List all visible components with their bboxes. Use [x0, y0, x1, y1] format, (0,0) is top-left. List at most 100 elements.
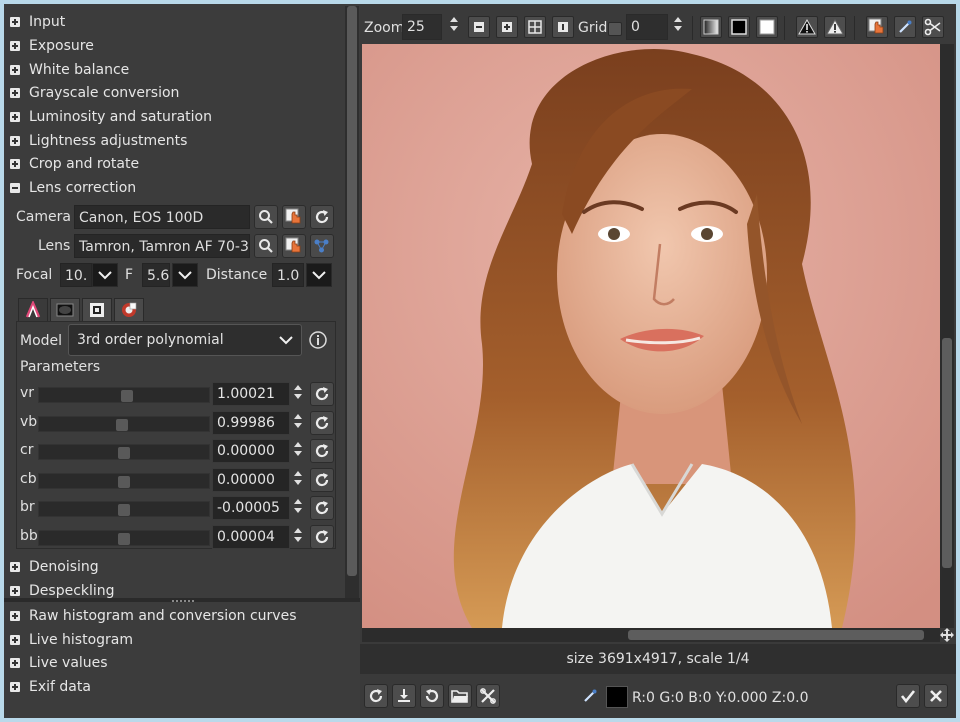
- open-file-button[interactable]: [448, 684, 472, 708]
- slider-knob[interactable]: [118, 504, 130, 517]
- image-canvas[interactable]: [362, 44, 940, 628]
- section-luminosity-saturation[interactable]: Luminosity and saturation: [10, 106, 212, 128]
- lens-field[interactable]: Tamron, Tamron AF 70-300: [74, 234, 250, 258]
- focal-dropdown-button[interactable]: [92, 263, 118, 287]
- camera-field[interactable]: Canon, EOS 100D: [74, 205, 250, 229]
- param-spinner[interactable]: [290, 496, 306, 520]
- section-white-balance[interactable]: White balance: [10, 59, 129, 81]
- param-reset-button[interactable]: [310, 410, 334, 435]
- grid-field[interactable]: 0: [626, 14, 668, 40]
- color-picker-button[interactable]: [894, 16, 916, 38]
- f-number-field[interactable]: 5.6: [142, 263, 170, 287]
- slider-knob[interactable]: [118, 447, 130, 460]
- param-reset-button[interactable]: [310, 496, 334, 521]
- scrollbar-thumb[interactable]: [628, 630, 924, 640]
- section-exif-data[interactable]: Exif data: [10, 676, 91, 698]
- param-value-field[interactable]: 1.00021: [212, 382, 290, 406]
- undo-button[interactable]: [420, 684, 444, 708]
- background-black-button[interactable]: [728, 16, 750, 38]
- focal-field[interactable]: 10.: [60, 263, 92, 287]
- camera-reset-button[interactable]: [310, 205, 334, 229]
- scrollbar-thumb[interactable]: [942, 338, 952, 568]
- background-gradient-button[interactable]: [700, 16, 722, 38]
- tab-tca[interactable]: [82, 298, 112, 322]
- tab-vignetting[interactable]: [50, 298, 80, 322]
- param-spinner[interactable]: [290, 439, 306, 463]
- scrollbar-thumb[interactable]: [347, 6, 357, 576]
- grid-spinner[interactable]: [670, 14, 686, 38]
- param-value-field[interactable]: 0.00004: [212, 525, 290, 549]
- param-spinner[interactable]: [290, 382, 306, 406]
- section-lightness-adjustments[interactable]: Lightness adjustments: [10, 130, 187, 152]
- hand-tool-button[interactable]: [866, 16, 888, 38]
- distance-dropdown-button[interactable]: [306, 263, 332, 287]
- save-image-button[interactable]: [392, 684, 416, 708]
- camera-auto-button[interactable]: [282, 205, 306, 229]
- black-bg-icon: [731, 19, 747, 35]
- section-label: Raw histogram and conversion curves: [29, 608, 297, 624]
- param-reset-button[interactable]: [310, 382, 334, 406]
- section-denoising[interactable]: Denoising: [10, 556, 99, 578]
- section-input[interactable]: Input: [10, 11, 65, 33]
- pan-navigator-icon[interactable]: [940, 628, 954, 642]
- camera-search-button[interactable]: [254, 205, 278, 229]
- param-reset-button[interactable]: [310, 467, 334, 492]
- section-raw-histogram[interactable]: Raw histogram and conversion curves: [10, 605, 297, 627]
- param-spinner[interactable]: [290, 411, 306, 435]
- zoom-100-button[interactable]: [552, 16, 574, 38]
- section-grayscale-conversion[interactable]: Grayscale conversion: [10, 82, 179, 104]
- param-value-field[interactable]: 0.00000: [212, 439, 290, 464]
- adjustments-scrollbar[interactable]: [345, 6, 359, 598]
- param-value-field[interactable]: -0.00005: [212, 496, 290, 521]
- zoom-in-button[interactable]: [496, 16, 518, 38]
- tab-distortion[interactable]: [18, 298, 48, 322]
- tab-lensfun[interactable]: [114, 298, 144, 322]
- zoom-field[interactable]: 25: [402, 14, 442, 40]
- zoom-spinner[interactable]: [446, 14, 462, 38]
- param-slider[interactable]: [38, 501, 210, 518]
- image-vertical-scrollbar[interactable]: [940, 44, 954, 628]
- apply-button[interactable]: [896, 684, 920, 708]
- f-number-dropdown-button[interactable]: [172, 263, 198, 287]
- slider-knob[interactable]: [121, 390, 133, 402]
- reset-icon: [315, 387, 329, 401]
- slider-knob[interactable]: [116, 418, 128, 431]
- grid-checkbox[interactable]: [608, 22, 622, 36]
- param-slider[interactable]: [38, 472, 210, 489]
- image-horizontal-scrollbar[interactable]: [362, 628, 940, 642]
- param-spinner[interactable]: [290, 525, 306, 549]
- distance-field[interactable]: 1.0: [272, 263, 304, 287]
- tools-button[interactable]: [476, 684, 500, 708]
- lens-search-button[interactable]: [254, 234, 278, 258]
- param-spinner[interactable]: [290, 468, 306, 492]
- section-exposure[interactable]: Exposure: [10, 35, 94, 57]
- crop-tool-button[interactable]: [922, 16, 944, 38]
- lens-network-button[interactable]: [310, 234, 334, 258]
- overexposure-warning-button[interactable]: [824, 16, 846, 38]
- underexposure-warning-button[interactable]: [796, 16, 818, 38]
- param-slider[interactable]: [38, 444, 210, 461]
- slider-knob[interactable]: [118, 475, 130, 488]
- model-info-button[interactable]: [306, 328, 330, 352]
- param-value-field[interactable]: 0.99986: [212, 410, 290, 435]
- cancel-button[interactable]: [924, 684, 948, 708]
- section-live-histogram[interactable]: Live histogram: [10, 629, 133, 651]
- section-lens-correction[interactable]: Lens correction: [10, 177, 136, 199]
- zoom-out-button[interactable]: [468, 16, 490, 38]
- model-select[interactable]: 3rd order polynomial: [68, 324, 302, 356]
- section-despeckling[interactable]: Despeckling: [10, 580, 115, 598]
- param-value-field[interactable]: 0.00000: [212, 467, 290, 492]
- zoom-fit-button[interactable]: [524, 16, 546, 38]
- param-slider[interactable]: [38, 415, 210, 432]
- lens-auto-button[interactable]: [282, 234, 306, 258]
- slider-knob[interactable]: [118, 533, 130, 545]
- param-slider[interactable]: [38, 530, 210, 546]
- param-reset-button[interactable]: [310, 439, 334, 464]
- param-slider[interactable]: [38, 387, 210, 403]
- param-reset-button[interactable]: [310, 525, 334, 549]
- section-crop-rotate[interactable]: Crop and rotate: [10, 153, 139, 175]
- background-white-button[interactable]: [756, 16, 778, 38]
- section-live-values[interactable]: Live values: [10, 652, 108, 674]
- splitter-grip[interactable]: [172, 600, 194, 604]
- refresh-button[interactable]: [364, 684, 388, 708]
